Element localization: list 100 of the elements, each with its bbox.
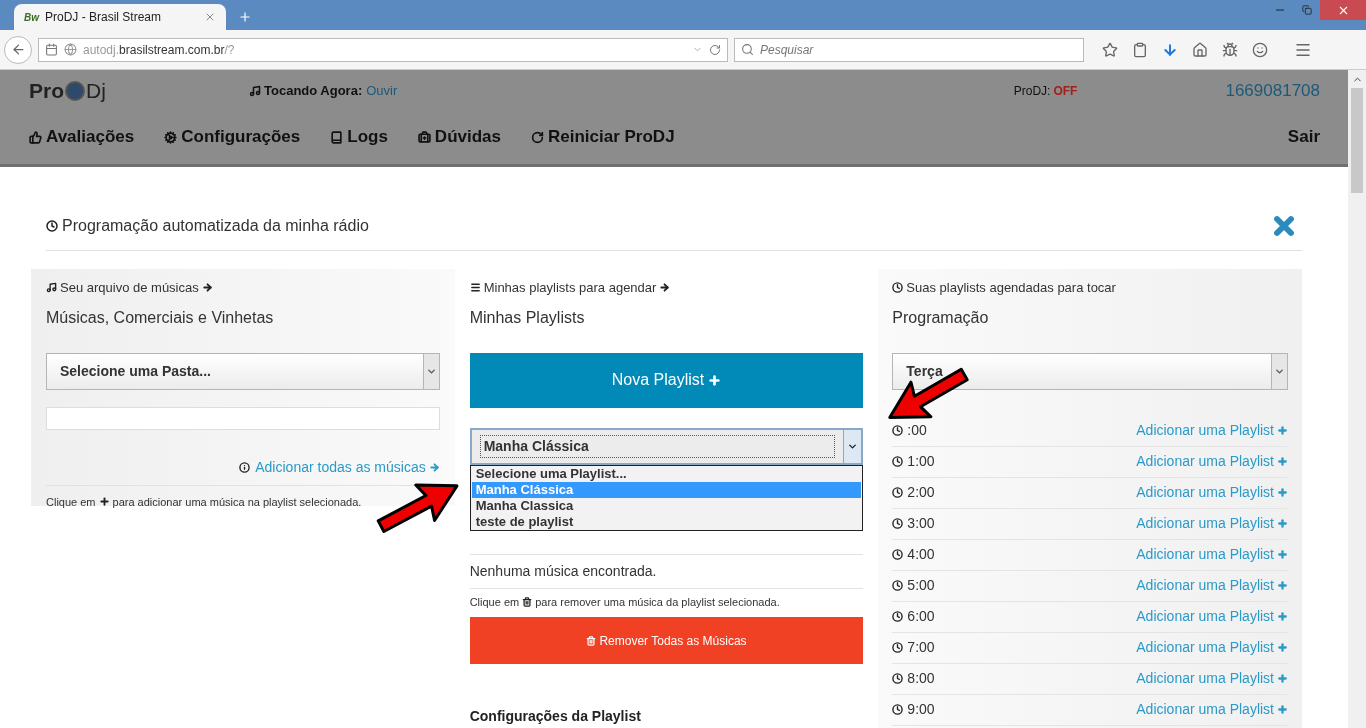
hint-text: para adicionar uma música na playlist selecionada. [112, 494, 362, 510]
plus-icon [1277, 518, 1288, 529]
plus-icon [1277, 642, 1288, 653]
plus-icon [1277, 456, 1288, 467]
time-label: 5:00 [907, 576, 936, 595]
clock-icon [892, 580, 904, 591]
download-icon[interactable] [1162, 41, 1178, 58]
add-playlist-link[interactable]: Adicionar uma Playlist [1136, 451, 1288, 472]
clock-icon [892, 456, 904, 467]
add-playlist-link[interactable]: Adicionar uma Playlist [1136, 420, 1288, 441]
thumbs-up-icon [29, 130, 42, 144]
clipboard-icon[interactable] [1132, 41, 1148, 58]
add-playlist-link[interactable]: Adicionar uma Playlist [1136, 699, 1288, 720]
add-playlist-link[interactable]: Adicionar uma Playlist [1136, 668, 1288, 689]
time-label: 7:00 [907, 638, 936, 657]
section-heading: Configurações da Playlist [469, 707, 642, 726]
search-field[interactable] [46, 406, 440, 430]
clock-icon [892, 673, 904, 684]
empty-message: Nenhuma música encontrada. [469, 553, 864, 589]
nav-link[interactable]: Dúvidas [417, 124, 501, 150]
arrow-right-icon [428, 461, 440, 473]
add-playlist-link[interactable]: Adicionar uma Playlist [1136, 544, 1288, 565]
section-caption: Suas playlists agendadas para tocar [906, 279, 1116, 297]
nav-link[interactable]: Configurações [164, 124, 301, 150]
back-button[interactable] [4, 35, 32, 64]
logout-link[interactable]: Sair [1287, 124, 1320, 150]
time-label: :00 [907, 421, 928, 440]
dropdown-option[interactable]: teste de playlist [471, 513, 862, 530]
refresh-icon [531, 130, 544, 144]
add-playlist-link[interactable]: Adicionar uma Playlist [1136, 482, 1288, 503]
restore-icon[interactable] [1302, 5, 1312, 15]
add-playlist-link[interactable]: Adicionar uma Playlist [1136, 606, 1288, 627]
status-label: ProDJ: [1013, 83, 1051, 100]
modal-title: Programação automatizada da minha rádio [62, 216, 370, 236]
status-value: OFF [1053, 83, 1078, 100]
section-heading: Programação [892, 307, 990, 328]
plus-icon [98, 496, 110, 508]
dropdown-option[interactable]: Manha Clássica [471, 481, 862, 498]
scrollbar-thumb[interactable] [1351, 88, 1363, 193]
add-playlist-link[interactable]: Adicionar uma Playlist [1136, 575, 1288, 596]
plus-icon [1277, 704, 1288, 715]
time-label: 2:00 [907, 483, 936, 502]
browser-tab[interactable]: Bw ProDJ - Brasil Stream [14, 4, 226, 30]
nav-link[interactable]: Reiniciar ProDJ [531, 124, 675, 150]
clock-icon [892, 487, 904, 498]
dropdown-option[interactable]: Manha Classica [471, 497, 862, 514]
music-note-icon [46, 282, 57, 294]
add-playlist-link[interactable]: Adicionar uma Playlist [1136, 637, 1288, 658]
new-tab-icon[interactable] [238, 10, 252, 24]
time-label: 6:00 [907, 607, 936, 626]
plus-icon [1277, 611, 1288, 622]
time-label: 9:00 [907, 700, 936, 719]
new-playlist-button[interactable]: Nova Playlist [469, 352, 864, 408]
time-label: 4:00 [907, 545, 936, 564]
now-playing-label: Tocando Agora: [264, 82, 363, 101]
clock-icon [892, 611, 904, 622]
add-all-link[interactable]: Adicionar todas as músicas [255, 456, 440, 478]
close-icon[interactable] [204, 11, 216, 23]
gear-icon [164, 130, 178, 144]
search-field[interactable]: Pesquisar [734, 37, 1084, 62]
home-icon[interactable] [1192, 41, 1208, 58]
address-bar[interactable]: autodj.brasilstream.com.br/? [38, 37, 728, 62]
add-playlist-link[interactable]: Adicionar uma Playlist [1136, 513, 1288, 534]
remove-all-button[interactable]: Remover Todas as Músicas [469, 617, 864, 664]
clock-icon [46, 220, 58, 232]
folder-select[interactable]: Selecione uma Pasta... [46, 352, 440, 390]
bookmark-star-icon[interactable] [1102, 41, 1118, 58]
smile-icon[interactable] [1252, 41, 1268, 58]
clock-icon [892, 282, 904, 294]
plus-icon [1277, 487, 1288, 498]
time-label: 8:00 [907, 669, 936, 688]
arrow-right-icon [201, 282, 213, 294]
playlist-select[interactable]: Manha Clássica [469, 427, 864, 465]
dropdown-option[interactable]: Selecione uma Playlist... [471, 465, 862, 482]
hint-text: para remover uma música da playlist selecionada. [535, 594, 780, 610]
section-heading: Minhas Playlists [469, 307, 586, 328]
plus-icon [708, 373, 722, 387]
section-caption: Seu arquivo de músicas [60, 279, 199, 297]
nav-link[interactable]: Avaliações [29, 124, 135, 150]
medical-kit-icon [417, 130, 431, 144]
book-icon [330, 130, 344, 144]
section-heading: Músicas, Comerciais e Vinhetas [46, 307, 275, 328]
day-select[interactable]: Terça [892, 352, 1288, 390]
info-icon [239, 461, 251, 473]
scrollbar[interactable] [1348, 70, 1366, 728]
time-label: 1:00 [907, 452, 936, 471]
arrow-right-icon [659, 282, 671, 294]
music-note-icon [249, 85, 261, 97]
plus-icon [1277, 673, 1288, 684]
list-icon [469, 282, 481, 294]
logo: Pro Dj [29, 78, 107, 105]
clock-icon [892, 549, 904, 560]
bug-icon[interactable] [1222, 41, 1238, 58]
globe-icon [64, 43, 77, 56]
close-window-button[interactable] [1320, 0, 1366, 20]
reload-icon[interactable] [709, 43, 721, 56]
time-label: 3:00 [907, 514, 936, 533]
nav-link[interactable]: Logs [330, 124, 388, 150]
clock-icon [892, 642, 904, 653]
account-number: 1669081708 [1225, 80, 1320, 103]
